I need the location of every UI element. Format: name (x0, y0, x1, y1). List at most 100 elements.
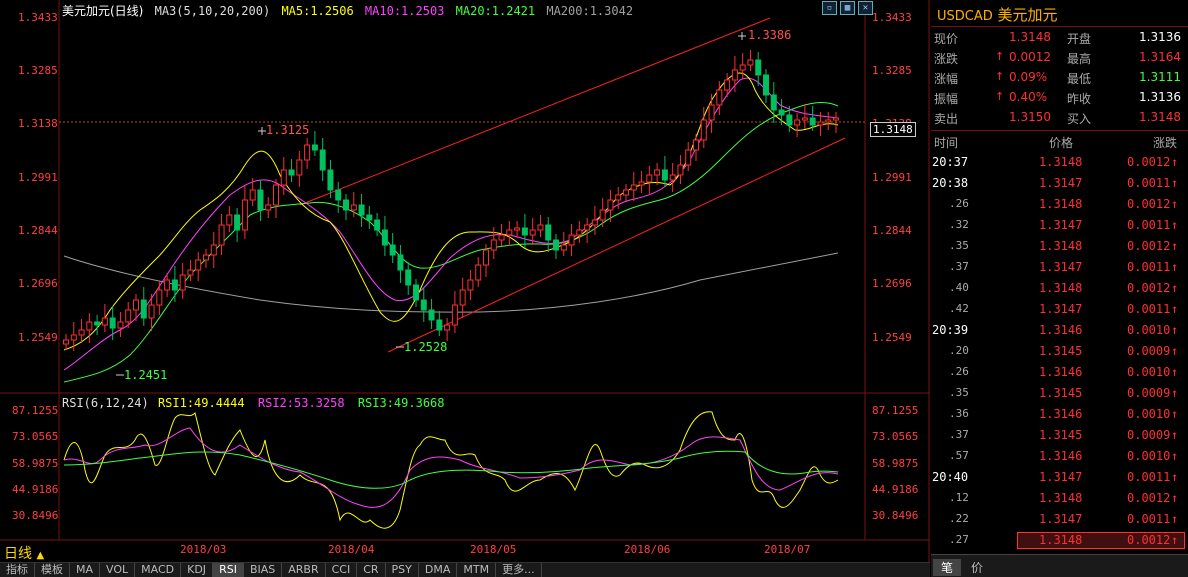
quote-panel: USDCAD 美元加元 现价 1.3148 开盘 1.3136 涨跌 ↑ 0.0012 最高 1… (931, 0, 1188, 577)
tick-change: 0.0009 (1127, 344, 1171, 358)
candle-body (156, 289, 163, 306)
candle-body (148, 304, 155, 319)
tick-price: 1.3148 (1039, 491, 1083, 505)
candle-body (428, 309, 435, 321)
arrow-up-icon: ↑ (1171, 344, 1179, 358)
quote-value: 1.3136 (1139, 30, 1181, 44)
candle-body (444, 324, 451, 331)
candle-body (545, 224, 552, 241)
quote-row: 振幅 ↑ 0.40% 昨收 1.3136 (931, 88, 1188, 108)
right-price-tick: 1.3285 (872, 64, 912, 77)
candle-body (467, 279, 474, 291)
rsi-right-tick: 58.9875 (872, 457, 919, 470)
quote-value: 0.40% (1009, 90, 1048, 104)
indicator-tab[interactable]: PSY (386, 563, 419, 577)
indicator-tab[interactable]: CCI (326, 563, 358, 577)
rsi-left-tick: 44.9186 (12, 483, 59, 496)
tick-price: 1.3146 (1039, 407, 1083, 421)
rsi-left-tick: 73.0565 (12, 430, 59, 443)
candle-body (833, 117, 839, 121)
candle-body (203, 254, 209, 261)
indicator-tab[interactable]: CR (357, 563, 386, 577)
candle-body (560, 244, 567, 251)
arrow-up-icon: ↑ (1171, 239, 1179, 253)
quote-label: 昨收 (1067, 92, 1092, 106)
candle-body (117, 321, 124, 329)
tick-time: 20:40 (932, 470, 969, 484)
indicator-tab[interactable]: 模板 (35, 563, 70, 577)
candle-body (241, 199, 248, 231)
triangle-up-icon: ▲ (36, 550, 45, 561)
tick-change: 0.0012 (1127, 197, 1171, 211)
indicator-tab[interactable]: KDJ (181, 563, 214, 577)
indicator-tab[interactable]: 更多... (496, 563, 542, 577)
side-tab-trade[interactable]: 笔 (933, 559, 962, 576)
candle-body (591, 219, 598, 226)
indicator-tab[interactable]: DMA (419, 563, 458, 577)
tick-price: 1.3145 (1039, 428, 1083, 442)
ma200-value: MA200:1.3042 (546, 4, 634, 18)
tick-row: 20:39 1.3146 0.0010 ↑ (931, 320, 1188, 341)
indicator-tab[interactable]: RSI (213, 563, 244, 577)
current-price-marker: 1.3148 (870, 122, 916, 137)
arrow-up-icon: ↑ (1171, 491, 1179, 505)
candle-body (475, 264, 482, 281)
candle-body (809, 117, 816, 126)
quote-label: 卖出 (934, 112, 959, 126)
quote-label: 开盘 (1067, 32, 1092, 46)
rsi-right-tick: 87.1255 (872, 404, 919, 417)
restore-icon[interactable]: ▫ (822, 1, 837, 15)
candle-body (490, 239, 497, 251)
quote-row: 涨幅 ↑ 0.09% 最低 1.3111 (931, 68, 1188, 88)
ticks-header: 时间 价格 涨跌 (931, 132, 1188, 152)
candle-body (397, 254, 404, 271)
left-price-tick: 1.3285 (18, 64, 58, 77)
candle-body (451, 304, 458, 326)
tick-row: .37 1.3147 0.0011 ↑ (931, 257, 1188, 278)
indicator-tab[interactable]: ARBR (282, 563, 326, 577)
tick-change: 0.0009 (1127, 386, 1171, 400)
indicator-tab[interactable]: VOL (100, 563, 136, 577)
arrow-up-icon: ↑ (1171, 533, 1179, 547)
tick-change: 0.0012 (1127, 239, 1171, 253)
tick-change: 0.0010 (1127, 323, 1171, 337)
side-tab-price[interactable]: 价 (967, 559, 987, 576)
indicator-tab[interactable]: 指标 (0, 563, 35, 577)
candle-body (825, 119, 832, 123)
candle-body (708, 104, 715, 121)
candle-body (327, 169, 334, 191)
candle-body (288, 169, 295, 176)
quote-value: 1.3164 (1139, 50, 1181, 64)
arrow-up-icon: ↑ (995, 90, 1005, 103)
quote-value: 0.0012 (1009, 50, 1051, 64)
candle-body (133, 299, 139, 311)
tick-price: 1.3147 (1039, 470, 1083, 484)
quote-label: 最高 (1067, 52, 1092, 66)
period-selector[interactable]: 日线 ▲ (4, 543, 44, 563)
candle-body (739, 64, 746, 71)
quote-code: USDCAD (937, 9, 993, 24)
tick-change: 0.0010 (1127, 449, 1171, 463)
indicator-tab[interactable]: MA (70, 563, 101, 577)
indicator-tab[interactable]: MTM (457, 563, 497, 577)
candle-body (568, 234, 575, 246)
candle-body (770, 94, 777, 111)
tick-time: .22 (949, 512, 969, 525)
indicator-tab[interactable]: BIAS (244, 563, 283, 577)
close-icon[interactable]: ✕ (858, 1, 873, 15)
tick-change: 0.0010 (1127, 365, 1171, 379)
candle-body (576, 229, 583, 236)
rsi2-value: RSI2:53.3258 (257, 396, 345, 410)
tick-time: .32 (949, 218, 969, 231)
tick-row: .35 1.3148 0.0012 ↑ (931, 236, 1188, 257)
tick-price: 1.3145 (1039, 344, 1083, 358)
arrow-up-icon: ↑ (1171, 512, 1179, 526)
tick-row: .35 1.3145 0.0009 ↑ (931, 383, 1188, 404)
indicator-tab[interactable]: MACD (135, 563, 182, 577)
tick-change: 0.0011 (1127, 260, 1171, 274)
grid-icon[interactable]: ▦ (840, 1, 855, 15)
tick-row: .42 1.3147 0.0011 ↑ (931, 299, 1188, 320)
candle-body (405, 269, 412, 286)
rsi-right-tick: 44.9186 (872, 483, 919, 496)
tick-change: 0.0011 (1127, 470, 1171, 484)
